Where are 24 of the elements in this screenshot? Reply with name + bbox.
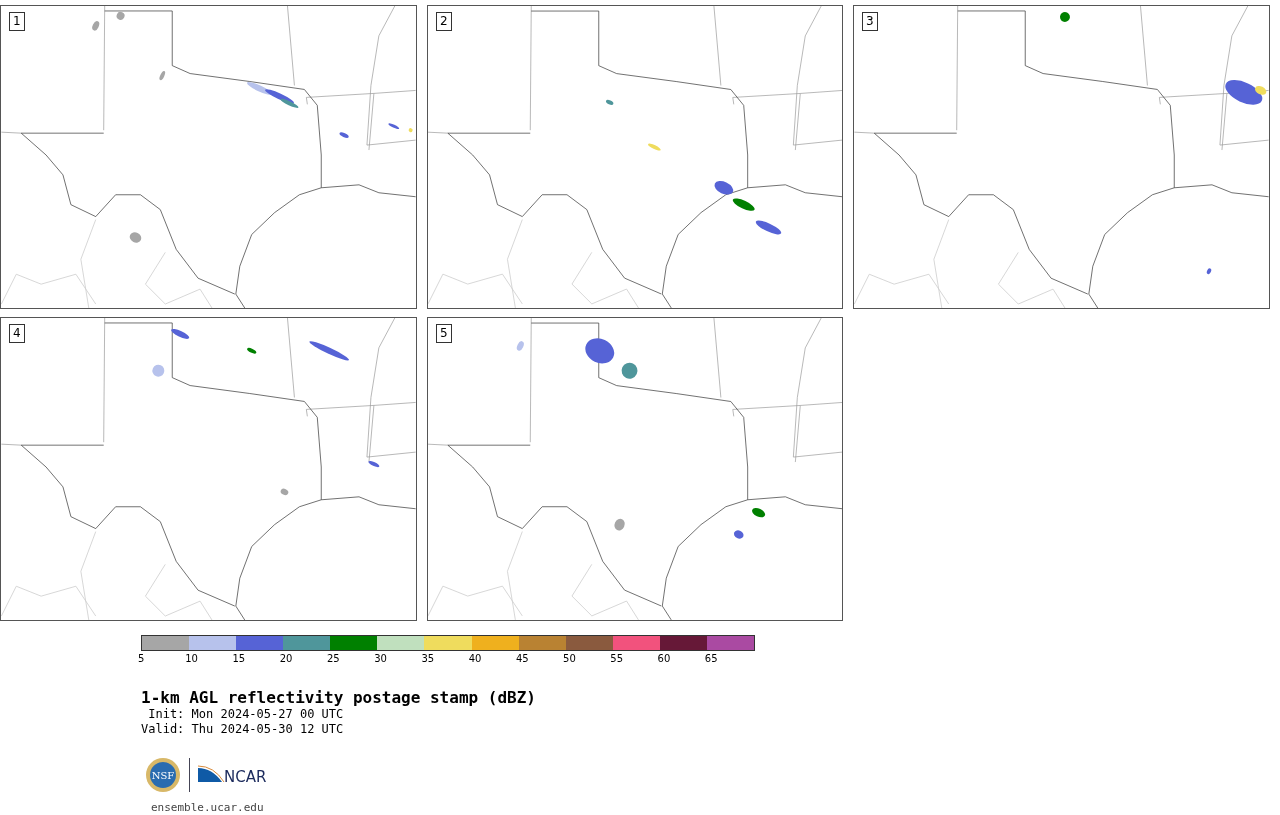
tick-label: 15 xyxy=(232,653,247,665)
tick-label: 65 xyxy=(704,653,719,665)
tick-label: 30 xyxy=(374,653,388,665)
tick-label: 60 xyxy=(657,653,672,665)
tick-label: 20 xyxy=(279,653,294,665)
tick-label: 10 xyxy=(185,653,199,665)
tick-label: 50 xyxy=(563,653,577,665)
panel-number: 2 xyxy=(436,12,452,31)
website-url: ensemble.ucar.edu xyxy=(151,801,265,814)
init-time: Init: Mon 2024-05-27 00 UTC xyxy=(147,707,345,722)
tick-label: 25 xyxy=(326,653,341,665)
ncar-logo: NCAR xyxy=(198,764,272,786)
panel-number: 4 xyxy=(9,324,25,343)
tick-label: 45 xyxy=(515,653,530,665)
panel-number: 5 xyxy=(436,324,452,343)
panel-number: 3 xyxy=(862,12,878,31)
panel-number: 1 xyxy=(9,12,25,31)
tick-label: 35 xyxy=(421,653,436,665)
tick-label: 55 xyxy=(610,653,625,665)
valid-time: Valid: Thu 2024-05-30 12 UTC xyxy=(141,722,345,737)
tick-label: 40 xyxy=(468,653,483,665)
chart-title: 1-km AGL reflectivity postage stamp (dBZ) xyxy=(141,689,537,707)
tick-label: 5 xyxy=(138,653,146,665)
nsf-logo: NSF xyxy=(145,757,181,793)
